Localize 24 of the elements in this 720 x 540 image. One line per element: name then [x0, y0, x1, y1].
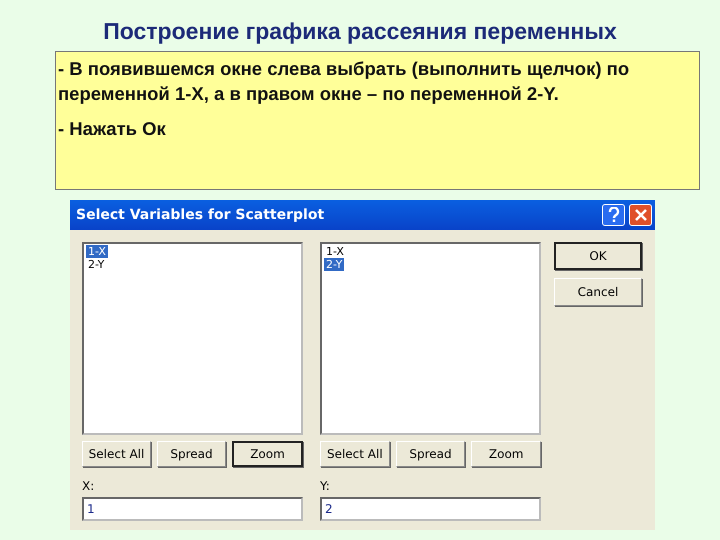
pane-button[interactable]: Select All: [320, 441, 390, 467]
input-field[interactable]: 1: [82, 497, 303, 521]
pane-button[interactable]: Select All: [82, 441, 151, 467]
slide-title: Построение графика рассеяния переменных: [102, 17, 618, 45]
pane-button[interactable]: Zoom: [471, 441, 542, 467]
list-item[interactable]: 2-Y: [86, 258, 106, 271]
close-button[interactable]: [629, 204, 652, 226]
note-text: - В появившемся окне слева выбрать (выполнить щелчок) по переменной 1-X, а в правом окне – по переменной 2-Y.: [58, 57, 630, 106]
input-field[interactable]: 2: [320, 497, 541, 521]
window-title: Select Variables for Scatterplot: [76, 206, 324, 224]
note-text: - Нажать Ок: [58, 117, 167, 141]
question-mark-icon: [608, 207, 620, 223]
field-label: X:: [82, 478, 96, 495]
list-item[interactable]: 1-X: [324, 245, 346, 258]
list-item[interactable]: 2-Y: [324, 258, 344, 271]
pane-button[interactable]: Spread: [396, 441, 466, 467]
field-label: Y:: [320, 478, 331, 495]
dialog-button[interactable]: OK: [554, 242, 642, 270]
close-icon: [634, 209, 646, 221]
pane-button[interactable]: Zoom: [232, 441, 303, 467]
list-item[interactable]: 1-X: [86, 245, 108, 258]
dialog-button[interactable]: Cancel: [554, 278, 642, 306]
help-button[interactable]: [602, 204, 625, 226]
pane-button[interactable]: Spread: [157, 441, 226, 467]
